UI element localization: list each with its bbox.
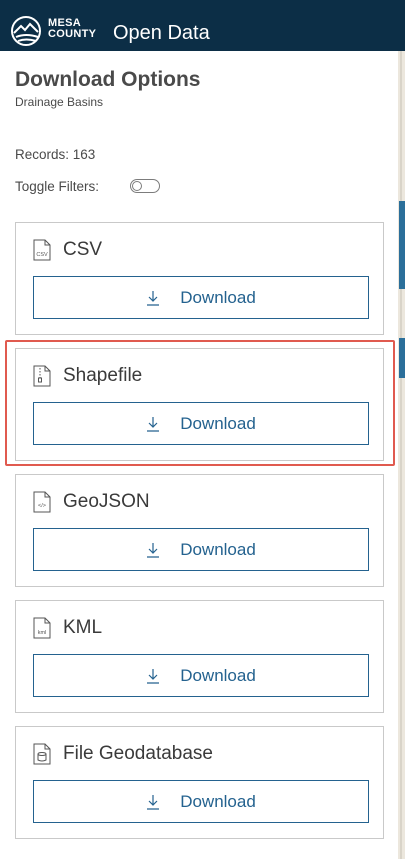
download-csv-button[interactable]: Download	[33, 276, 369, 319]
kml-file-icon: kml	[33, 617, 51, 639]
toggle-filters-switch[interactable]	[130, 179, 160, 193]
download-card-geojson: </> GeoJSON Download	[15, 474, 384, 587]
format-title: CSV	[63, 239, 103, 260]
zip-file-icon	[33, 365, 51, 387]
download-file-geodatabase-button[interactable]: Download	[33, 780, 369, 823]
download-shapefile-button[interactable]: Download	[33, 402, 369, 445]
map-view-edge[interactable]	[398, 51, 405, 859]
dataset-name: Drainage Basins	[15, 95, 104, 109]
svg-text:</>: </>	[38, 503, 46, 509]
download-label: Download	[180, 413, 256, 433]
download-kml-button[interactable]: Download	[33, 654, 369, 697]
download-card-file-geodatabase: File Geodatabase Download	[15, 726, 384, 839]
map-water-feature	[399, 338, 405, 378]
map-road	[400, 51, 402, 859]
code-file-icon: </>	[33, 491, 51, 513]
map-water-feature	[399, 201, 405, 289]
top-navigation-bar: MESA COUNTY Open Data	[0, 0, 405, 51]
app-title[interactable]: Open Data	[113, 22, 210, 45]
records-count: Records: 163	[15, 147, 96, 162]
download-icon	[147, 542, 160, 558]
toggle-filters-label: Toggle Filters:	[15, 179, 100, 194]
format-title: KML	[63, 617, 103, 638]
mesa-county-logo-icon[interactable]	[10, 15, 46, 49]
page-title: Download Options	[15, 68, 201, 91]
download-card-shapefile: Shapefile Download	[15, 348, 384, 461]
download-geojson-button[interactable]: Download	[33, 528, 369, 571]
database-file-icon	[33, 743, 51, 765]
svg-text:kml: kml	[38, 630, 47, 636]
format-title: File Geodatabase	[63, 743, 213, 764]
brand-line-2: COUNTY	[48, 28, 97, 40]
format-title: GeoJSON	[63, 491, 150, 512]
download-label: Download	[180, 287, 256, 307]
download-icon	[147, 290, 160, 306]
download-label: Download	[180, 539, 256, 559]
download-icon	[147, 668, 160, 684]
download-label: Download	[180, 791, 256, 811]
download-card-csv: CSV CSV Download	[15, 222, 384, 335]
brand-name: MESA COUNTY	[48, 18, 96, 40]
download-icon	[147, 794, 160, 810]
download-card-kml: kml KML Download	[15, 600, 384, 713]
format-title: Shapefile	[63, 365, 143, 386]
download-icon	[147, 416, 160, 432]
csv-file-icon: CSV	[33, 239, 51, 261]
svg-text:CSV: CSV	[36, 252, 48, 258]
toggle-knob	[132, 181, 142, 191]
download-label: Download	[180, 665, 256, 685]
